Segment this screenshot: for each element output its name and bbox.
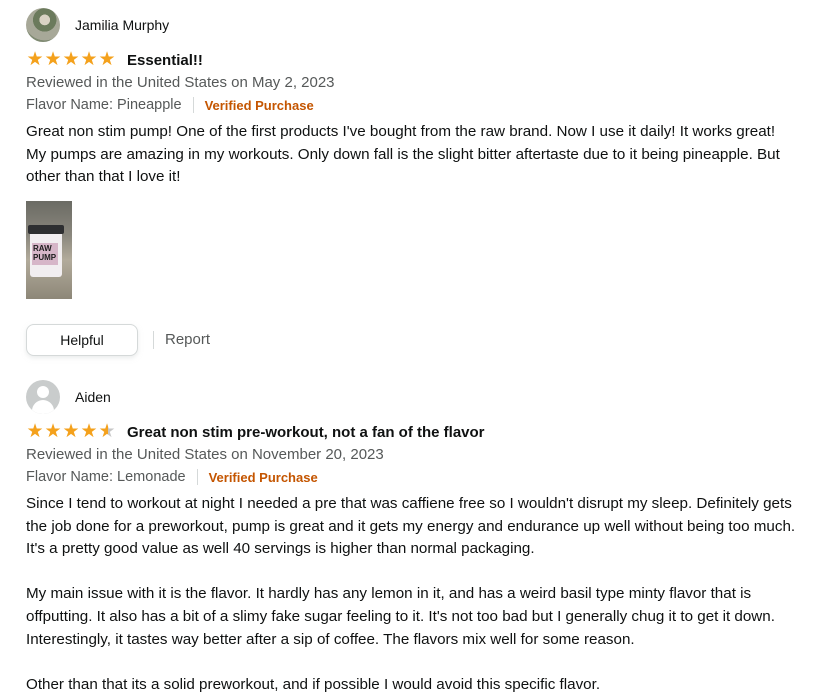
avatar[interactable] <box>26 8 60 42</box>
review-paragraph: Since I tend to workout at night I neede… <box>26 495 796 558</box>
review-actions: Helpful Report <box>26 323 796 356</box>
divider <box>153 330 154 349</box>
star-full-icon: ★ <box>26 49 44 70</box>
review-format-strip: Flavor Name: Lemonade Verified Purchase <box>26 467 796 487</box>
avatar-head-shape <box>37 386 49 398</box>
star-rating[interactable]: ★ ★ ★ ★ ★ <box>26 422 116 442</box>
reviewer-name[interactable]: Jamilia Murphy <box>75 17 169 33</box>
review-card: Aiden ★ ★ ★ ★ ★ Great non stim pre-worko… <box>26 380 796 696</box>
reviewer-name[interactable]: Aiden <box>75 389 111 405</box>
flavor-name[interactable]: Flavor Name: Pineapple <box>26 97 182 113</box>
verified-purchase-badge: Verified Purchase <box>208 469 318 485</box>
star-full-icon: ★ <box>44 49 62 70</box>
avatar-body-shape <box>32 400 54 414</box>
star-full-icon: ★ <box>80 49 98 70</box>
review-title[interactable]: Essential!! <box>127 52 203 69</box>
report-link[interactable]: Report <box>165 331 210 348</box>
review-image-thumbnail[interactable]: RAW PUMP <box>26 200 72 299</box>
reviewer-profile[interactable]: Jamilia Murphy <box>26 8 796 42</box>
review-date: Reviewed in the United States on May 2, … <box>26 74 335 91</box>
divider <box>192 97 194 113</box>
review-paragraph: Other than that its a solid preworkout, … <box>26 675 601 693</box>
default-avatar-icon[interactable] <box>26 380 60 414</box>
review-title[interactable]: Great non stim pre-workout, not a fan of… <box>127 424 485 441</box>
product-logo: RAW PUMP <box>33 243 57 262</box>
star-full-icon: ★ <box>80 421 98 442</box>
star-full-icon: ★ <box>62 49 80 70</box>
helpful-button[interactable]: Helpful <box>26 323 138 356</box>
review-format-strip: Flavor Name: Pineapple Verified Purchase <box>26 95 796 115</box>
flavor-name[interactable]: Flavor Name: Lemonade <box>26 469 186 485</box>
review-title-row: ★ ★ ★ ★ ★ Essential!! <box>26 50 796 70</box>
review-paragraph: Great non stim pump! One of the first pr… <box>26 123 780 186</box>
star-full-icon: ★ <box>44 421 62 442</box>
review-date: Reviewed in the United States on Novembe… <box>26 446 384 463</box>
star-half-icon: ★ <box>98 421 116 442</box>
star-full-icon: ★ <box>26 421 44 442</box>
review-paragraph: My main issue with it is the flavor. It … <box>26 585 775 648</box>
star-rating[interactable]: ★ ★ ★ ★ ★ <box>26 50 116 70</box>
verified-purchase-badge: Verified Purchase <box>204 97 314 113</box>
star-full-icon: ★ <box>62 421 80 442</box>
divider <box>196 469 198 485</box>
reviewer-profile[interactable]: Aiden <box>26 380 796 414</box>
review-card: Jamilia Murphy ★ ★ ★ ★ ★ Essential!! Rev… <box>26 8 796 356</box>
review-body: Great non stim pump! One of the first pr… <box>26 121 796 189</box>
star-full-icon: ★ <box>98 49 116 70</box>
review-title-row: ★ ★ ★ ★ ★ Great non stim pre-workout, no… <box>26 422 796 442</box>
product-tub-lid <box>28 224 64 234</box>
review-body: Since I tend to workout at night I neede… <box>26 493 796 696</box>
